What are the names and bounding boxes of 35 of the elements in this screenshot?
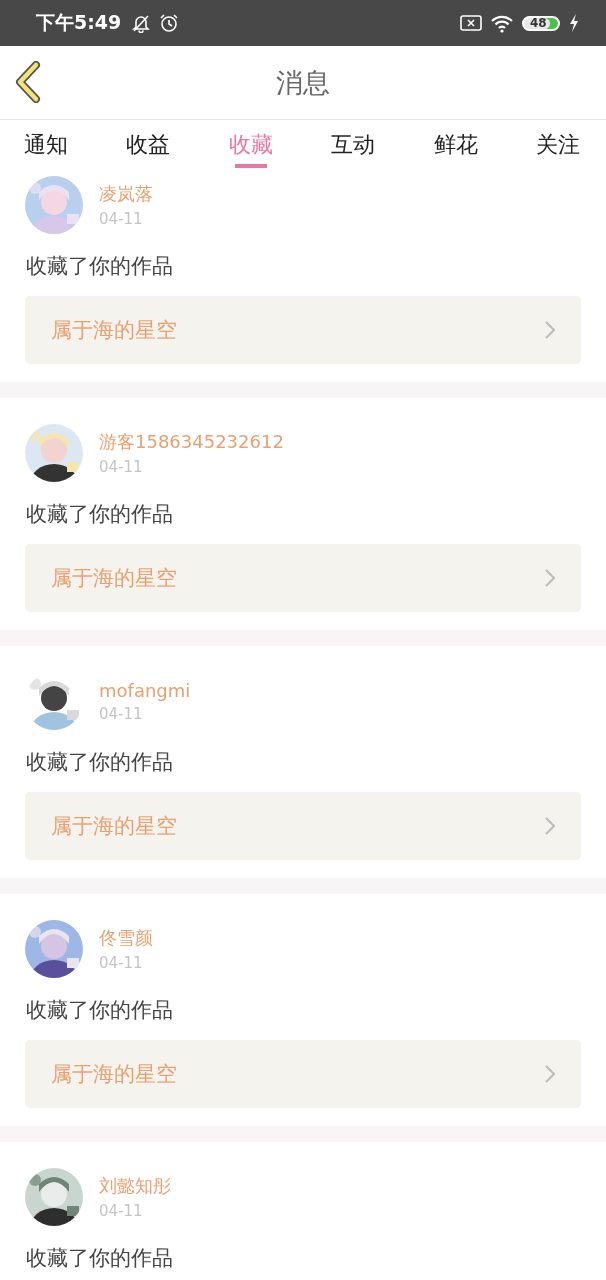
tab[interactable]: 互动 xyxy=(331,120,376,172)
message-text: 收藏了你的作品 xyxy=(26,501,174,528)
tab[interactable]: 鲜花 xyxy=(433,120,478,172)
battery-level-text: 48 xyxy=(530,17,547,29)
tab[interactable]: 通知 xyxy=(24,120,68,172)
chevron-right-icon xyxy=(543,815,557,837)
message-text: 收藏了你的作品 xyxy=(26,749,174,776)
clock-time: 下午5:49 xyxy=(36,10,122,35)
bell-muted-icon xyxy=(131,13,152,33)
user-name[interactable]: 游客1586345232612 xyxy=(99,430,284,454)
user-name[interactable]: 凌岚落 xyxy=(99,182,153,206)
message-text: 收藏了你的作品 xyxy=(26,1245,174,1272)
message-text: 收藏了你的作品 xyxy=(26,253,174,280)
message-date: 04-11 xyxy=(99,704,144,723)
tab[interactable]: 关注 xyxy=(535,120,580,172)
chevron-right-icon xyxy=(543,567,557,589)
work-link[interactable]: 属于海的星空 xyxy=(25,544,581,612)
message-date: 04-11 xyxy=(99,1202,144,1220)
alarm-clock-icon xyxy=(159,13,180,33)
tab[interactable]: 收益 xyxy=(126,120,171,172)
message-date: 04-11 xyxy=(99,458,144,476)
user-name[interactable]: mofangmi xyxy=(99,679,191,701)
charging-bolt-icon xyxy=(568,13,580,33)
user-name[interactable]: 佟雪颜 xyxy=(99,926,153,950)
work-link[interactable]: 属于海的星空 xyxy=(25,792,581,860)
wifi-icon xyxy=(490,13,514,33)
work-link[interactable]: 属于海的星空 xyxy=(25,1040,581,1108)
work-link[interactable]: 属于海的星空 xyxy=(25,296,581,364)
message-text: 收藏了你的作品 xyxy=(26,997,174,1024)
chevron-right-icon xyxy=(543,1063,557,1085)
user-name[interactable]: 刘懿知彤 xyxy=(99,1174,171,1198)
chevron-right-icon xyxy=(543,319,557,341)
message-date: 04-11 xyxy=(99,210,144,228)
message-date: 04-11 xyxy=(99,954,144,972)
page-title: 消息 xyxy=(276,65,330,100)
